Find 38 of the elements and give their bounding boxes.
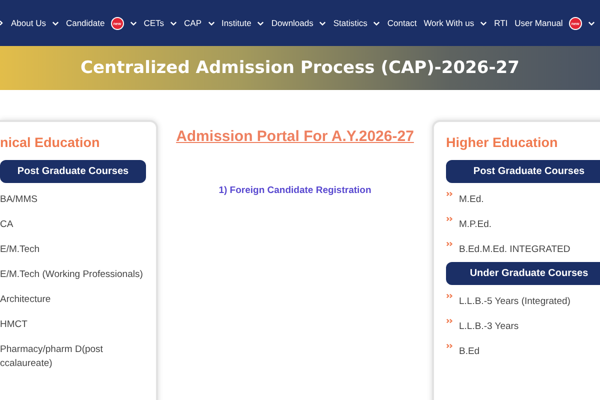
double-chevron-icon xyxy=(446,318,453,324)
course-link[interactable]: L.L.B.-5 Years (Integrated) xyxy=(459,289,570,314)
double-chevron-icon xyxy=(446,293,453,299)
double-chevron-icon xyxy=(446,191,453,197)
nav-link[interactable]: Candidate xyxy=(66,18,105,28)
nav-link[interactable]: RTI xyxy=(494,18,508,28)
course-link[interactable]: E/M.Tech (Working Professionals) xyxy=(0,262,146,287)
double-chevron-icon xyxy=(446,216,453,222)
course-link[interactable]: CA xyxy=(0,212,146,237)
course-link[interactable]: HMCT xyxy=(0,312,146,337)
nav-link[interactable]: Work With us xyxy=(424,18,474,28)
course-link[interactable]: B.Ed.M.Ed. INTEGRATED xyxy=(459,237,570,262)
course-link[interactable]: L.L.B.-3 Years xyxy=(459,314,519,339)
double-chevron-icon xyxy=(446,343,453,349)
nav-link[interactable]: CETs xyxy=(144,18,164,28)
nav-link[interactable]: CAP xyxy=(184,18,202,28)
course-link[interactable]: Pharmacy/pharm D(post ccalaureate) xyxy=(0,337,146,376)
course-link[interactable]: Architecture xyxy=(0,287,146,312)
nav-link[interactable]: User Manual xyxy=(514,18,563,28)
card-title: nical Education xyxy=(0,135,101,150)
section-header: Post Graduate Courses xyxy=(446,160,600,183)
course-link[interactable]: M.Ed. xyxy=(459,187,484,212)
nav-link[interactable]: Institute xyxy=(222,18,252,28)
course-link[interactable]: B.Ed xyxy=(459,339,480,364)
course-link[interactable]: BA/MMS xyxy=(0,187,146,212)
section-header: Post Graduate Courses xyxy=(0,160,146,183)
double-chevron-icon xyxy=(446,241,453,247)
registration-link[interactable]: 1) Foreign Candidate Registration xyxy=(218,185,372,196)
nav-link[interactable]: Downloads xyxy=(271,18,314,28)
course-link[interactable]: E/M.Tech xyxy=(0,237,146,262)
nav-link[interactable]: About Us xyxy=(11,18,46,28)
nav-link[interactable]: Statistics xyxy=(333,18,368,28)
banner-title: Centralized Admission Process (CAP)-2026-27 xyxy=(80,58,520,78)
section-header: Under Graduate Courses xyxy=(446,262,600,285)
chevron-right-icon xyxy=(0,20,4,26)
nav-link[interactable]: Contact xyxy=(387,18,417,28)
card-title: Higher Education xyxy=(446,135,559,150)
course-link[interactable]: M.P.Ed. xyxy=(459,212,492,237)
